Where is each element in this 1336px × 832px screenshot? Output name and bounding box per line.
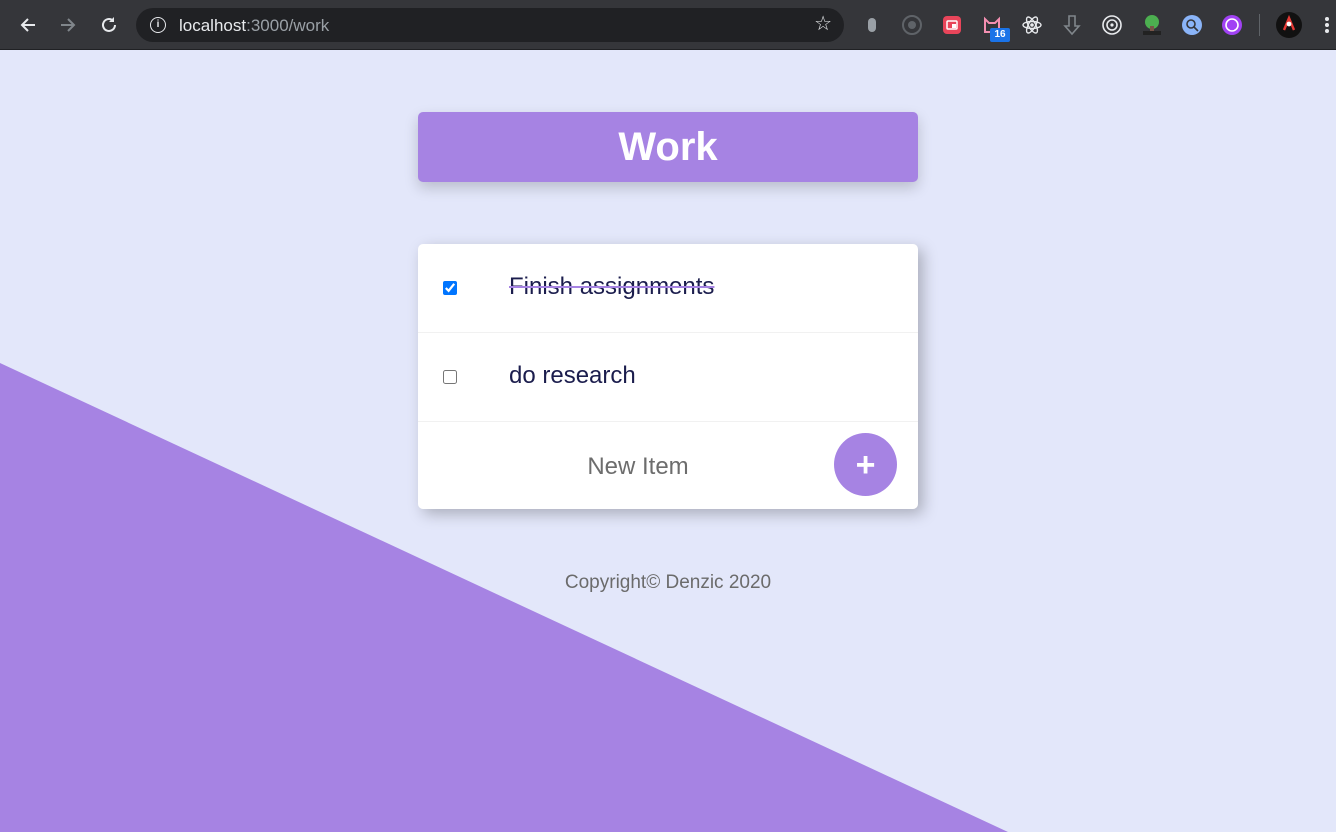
item-checkbox[interactable] xyxy=(443,281,457,295)
page-title: Work xyxy=(618,124,718,169)
url-path: :3000/work xyxy=(246,16,330,35)
reload-icon xyxy=(102,17,116,32)
new-item-input[interactable] xyxy=(508,447,768,487)
item-checkbox[interactable] xyxy=(443,370,457,384)
url-text[interactable]: localhost:3000/work xyxy=(179,16,329,36)
extension-purple-icon[interactable] xyxy=(1221,14,1243,36)
bookmark-star-icon[interactable]: ☆ xyxy=(814,14,832,34)
extension-badge: 16 xyxy=(990,28,1010,42)
zoom-search-icon[interactable] xyxy=(1181,14,1203,36)
extension-grey-icon[interactable] xyxy=(861,14,883,36)
todo-list-card: Finish assignments do research + xyxy=(418,244,918,509)
react-devtools-icon[interactable] xyxy=(1021,14,1043,36)
target-icon[interactable] xyxy=(1101,14,1123,36)
item-label: Finish assignments xyxy=(509,273,715,300)
url-host: localhost xyxy=(179,16,247,35)
new-item-form: + xyxy=(418,422,918,509)
back-button[interactable] xyxy=(13,10,43,40)
toolbar-separator xyxy=(1259,14,1260,36)
footer-copyright: Copyright© Denzic 2020 xyxy=(564,572,772,593)
extension-circle-icon[interactable] xyxy=(901,14,923,36)
forward-arrow-icon xyxy=(61,18,76,32)
back-arrow-icon xyxy=(20,18,35,32)
page-heading-box: Work xyxy=(418,112,918,182)
address-bar[interactable]: i localhost:3000/work ☆ xyxy=(136,8,844,42)
list-item: Finish assignments xyxy=(418,244,918,333)
list-item: do research xyxy=(418,333,918,422)
profile-avatar[interactable] xyxy=(1276,12,1302,38)
download-arrow-icon[interactable] xyxy=(1061,14,1083,36)
html-tree-icon[interactable] xyxy=(1141,14,1163,36)
forward-button[interactable] xyxy=(53,10,83,40)
add-item-button[interactable]: + xyxy=(834,433,897,496)
menu-dots-icon[interactable] xyxy=(1316,14,1336,36)
site-info-icon[interactable]: i xyxy=(150,17,166,33)
extension-pip-icon[interactable] xyxy=(941,14,963,36)
browser-toolbar: i localhost:3000/work ☆ 16 xyxy=(0,0,1336,50)
item-label: do research xyxy=(509,362,636,389)
reload-button[interactable] xyxy=(94,10,124,40)
